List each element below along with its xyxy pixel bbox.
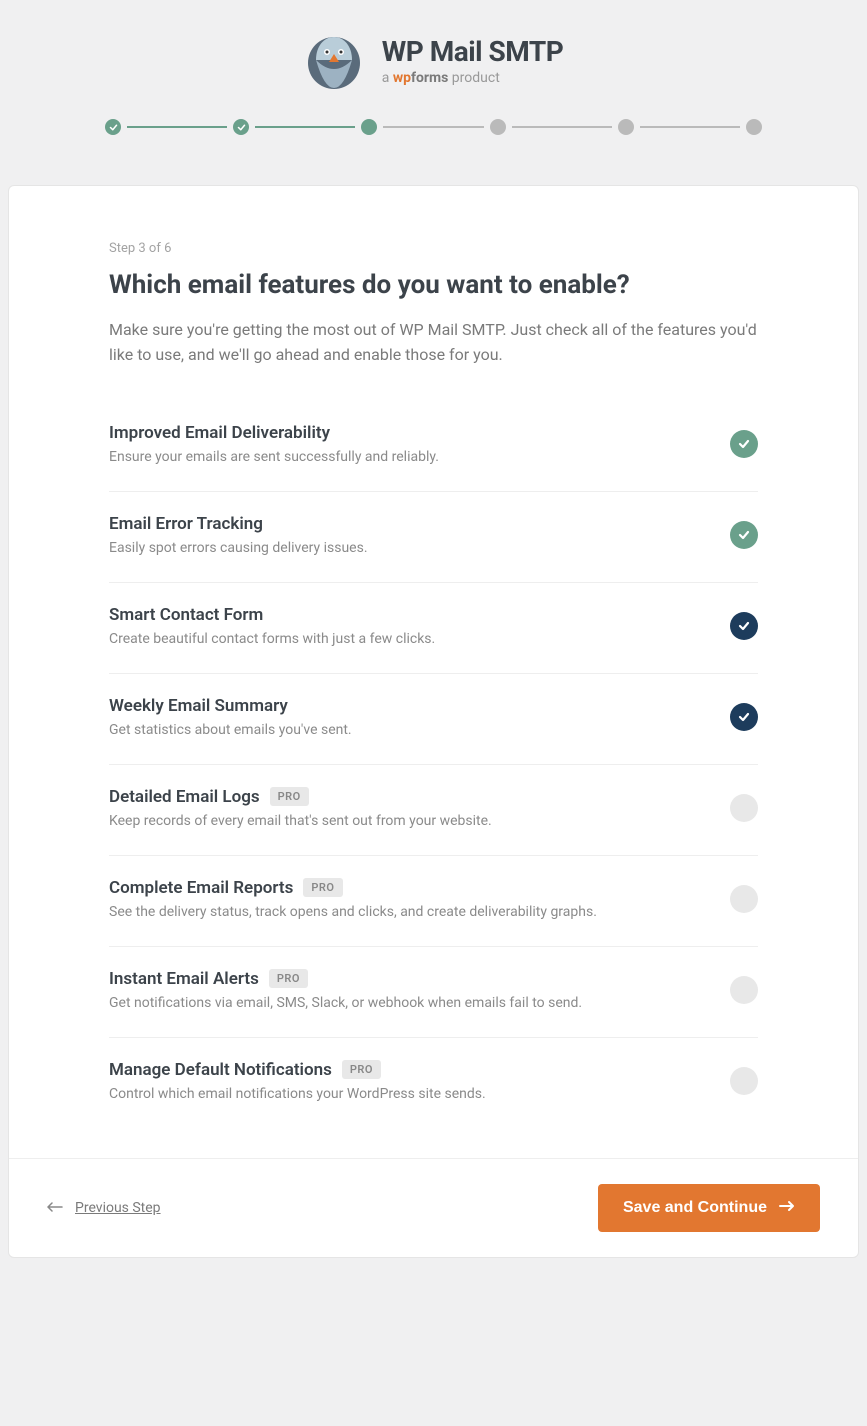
step-dot-4[interactable]	[490, 119, 506, 135]
step-line	[127, 126, 227, 128]
step-line	[383, 126, 483, 128]
step-dot-6[interactable]	[746, 119, 762, 135]
feature-title-text: Smart Contact Form	[109, 605, 263, 625]
feature-toggle[interactable]	[730, 976, 758, 1004]
feature-toggle[interactable]	[730, 612, 758, 640]
feature-desc: See the delivery status, track opens and…	[109, 904, 730, 920]
feature-text: Improved Email Deliverability Ensure your…	[109, 423, 730, 465]
feature-row: Email Error Tracking Easily spot errors c…	[109, 492, 758, 583]
feature-title: Complete Email Reports PRO	[109, 878, 730, 898]
arrow-left-icon	[47, 1200, 63, 1216]
feature-desc: Ensure your emails are sent successfully…	[109, 449, 730, 465]
step-dot-5[interactable]	[618, 119, 634, 135]
feature-row: Manage Default Notifications PRO Control w…	[109, 1038, 758, 1128]
feature-row: Detailed Email Logs PRO Keep records of ev…	[109, 765, 758, 856]
step-line	[255, 126, 355, 128]
feature-title: Email Error Tracking	[109, 514, 730, 534]
logo-block: WP Mail SMTP a wpforms product	[304, 30, 564, 90]
arrow-right-icon	[779, 1199, 795, 1217]
logo-title: WP Mail SMTP	[382, 35, 564, 68]
feature-toggle[interactable]	[730, 703, 758, 731]
page-heading: Which email features do you want to enab…	[109, 270, 758, 300]
feature-title-text: Manage Default Notifications	[109, 1060, 332, 1080]
feature-toggle[interactable]	[730, 885, 758, 913]
logo-subtitle-wp: wp	[393, 70, 411, 86]
feature-text: Detailed Email Logs PRO Keep records of ev…	[109, 787, 730, 829]
step-label: Step 3 of 6	[109, 241, 758, 256]
header: WP Mail SMTP a wpforms product	[0, 0, 867, 119]
feature-text: Weekly Email Summary Get statistics about…	[109, 696, 730, 738]
feature-desc: Keep records of every email that's sent …	[109, 813, 730, 829]
feature-text: Smart Contact Form Create beautiful conta…	[109, 605, 730, 647]
feature-desc: Get notifications via email, SMS, Slack,…	[109, 995, 730, 1011]
logo-subtitle-prefix: a	[382, 70, 393, 86]
feature-row: Smart Contact Form Create beautiful conta…	[109, 583, 758, 674]
pro-badge: PRO	[269, 969, 308, 988]
feature-desc: Get statistics about emails you've sent.	[109, 722, 730, 738]
feature-title: Improved Email Deliverability	[109, 423, 730, 443]
logo-subtitle-forms: forms	[411, 70, 448, 86]
step-line	[512, 126, 612, 128]
feature-desc: Create beautiful contact forms with just…	[109, 631, 730, 647]
previous-step-label: Previous Step	[75, 1200, 161, 1216]
logo-subtitle-suffix: product	[448, 70, 499, 86]
save-continue-label: Save and Continue	[623, 1199, 767, 1217]
feature-toggle	[730, 521, 758, 549]
pro-badge: PRO	[342, 1060, 381, 1079]
feature-title: Manage Default Notifications PRO	[109, 1060, 730, 1080]
feature-text: Instant Email Alerts PRO Get notifications…	[109, 969, 730, 1011]
save-continue-button[interactable]: Save and Continue	[598, 1184, 820, 1232]
logo-text: WP Mail SMTP a wpforms product	[382, 35, 564, 86]
logo-subtitle: a wpforms product	[382, 70, 564, 86]
feature-toggle[interactable]	[730, 1067, 758, 1095]
card-body: Step 3 of 6 Which email features do you …	[9, 186, 858, 1158]
feature-text: Email Error Tracking Easily spot errors c…	[109, 514, 730, 556]
page-subheading: Make sure you're getting the most out of…	[109, 318, 758, 368]
feature-title-text: Complete Email Reports	[109, 878, 293, 898]
feature-title: Instant Email Alerts PRO	[109, 969, 730, 989]
step-dot-3[interactable]	[361, 119, 377, 135]
feature-row: Weekly Email Summary Get statistics about…	[109, 674, 758, 765]
feature-title: Detailed Email Logs PRO	[109, 787, 730, 807]
feature-row: Improved Email Deliverability Ensure your…	[109, 423, 758, 492]
feature-row: Complete Email Reports PRO See the deliver…	[109, 856, 758, 947]
feature-title: Weekly Email Summary	[109, 696, 730, 716]
feature-toggle[interactable]	[730, 794, 758, 822]
features-list: Improved Email Deliverability Ensure your…	[109, 423, 758, 1128]
feature-text: Manage Default Notifications PRO Control w…	[109, 1060, 730, 1102]
feature-title-text: Instant Email Alerts	[109, 969, 259, 989]
feature-toggle	[730, 430, 758, 458]
pro-badge: PRO	[270, 787, 309, 806]
pro-badge: PRO	[303, 878, 342, 897]
step-line	[640, 126, 740, 128]
stepper	[0, 119, 867, 185]
feature-desc: Control which email notifications your W…	[109, 1086, 730, 1102]
feature-title-text: Improved Email Deliverability	[109, 423, 330, 443]
feature-title: Smart Contact Form	[109, 605, 730, 625]
previous-step-link[interactable]: Previous Step	[47, 1200, 161, 1216]
pigeon-logo-icon	[304, 30, 364, 90]
feature-title-text: Weekly Email Summary	[109, 696, 288, 716]
feature-title-text: Detailed Email Logs	[109, 787, 260, 807]
card-footer: Previous Step Save and Continue	[9, 1158, 858, 1257]
step-dot-2[interactable]	[233, 119, 249, 135]
step-dot-1[interactable]	[105, 119, 121, 135]
feature-text: Complete Email Reports PRO See the deliver…	[109, 878, 730, 920]
feature-title-text: Email Error Tracking	[109, 514, 263, 534]
feature-row: Instant Email Alerts PRO Get notifications…	[109, 947, 758, 1038]
feature-desc: Easily spot errors causing delivery issu…	[109, 540, 730, 556]
wizard-card: Step 3 of 6 Which email features do you …	[8, 185, 859, 1258]
